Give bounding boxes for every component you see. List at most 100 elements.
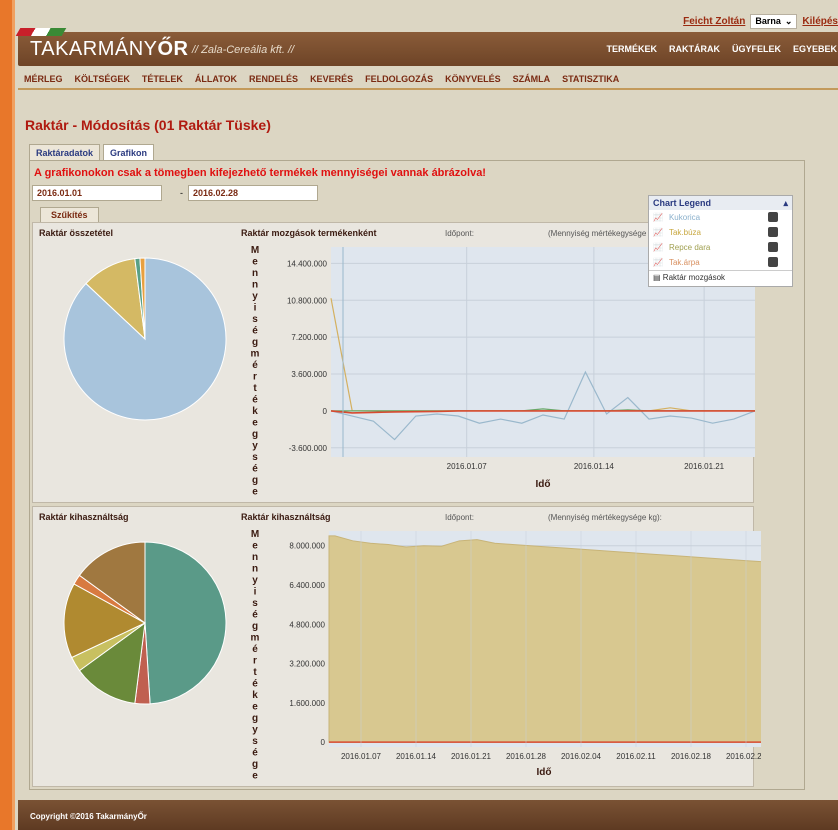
y-tick-label: 8.000.000 [289, 542, 325, 551]
warning-text: A grafikonokon csak a tömegben kifejezhe… [34, 167, 486, 179]
y-axis-label-char: y [252, 441, 258, 452]
line-chart-icon: 📈 [653, 243, 663, 252]
pie2-title: Raktár kihasználtság [39, 512, 129, 522]
y-tick-label: 0 [323, 407, 328, 416]
x-tick-label: 2016.02.11 [616, 752, 656, 761]
y-axis-label-char: é [252, 610, 258, 621]
chevron-down-icon: ⌄ [784, 15, 793, 26]
x-tick-label: 2016.01.14 [574, 462, 615, 471]
user-bar: Feicht Zoltán Barna ⌄ Kilépés [683, 12, 838, 30]
app-logo[interactable]: TAKARMÁNYŐR [30, 38, 188, 61]
y-tick-label: -3.600.000 [289, 444, 328, 453]
legend-footer-label: Raktár mozgások [662, 273, 726, 282]
y-axis-label-char: g [252, 759, 258, 770]
legend-item-takbuza[interactable]: 📈 Tak.búza [649, 225, 792, 240]
y-axis-label-char: e [252, 702, 258, 713]
date-from-field[interactable]: 2016.01.01 [32, 185, 162, 201]
area2-title: Raktár kihasználtság [241, 512, 331, 522]
topnav-item-raktarak[interactable]: RAKTÁRAK [669, 44, 720, 54]
x-tick-label: 2016.01.28 [506, 752, 547, 761]
collapse-icon[interactable]: ▴ [783, 198, 788, 208]
y-axis-label-char: n [252, 268, 258, 279]
topnav-item-termekek[interactable]: TERMÉKEK [606, 44, 657, 54]
y-axis-label-char: g [252, 429, 258, 440]
top-nav: TERMÉKEK RAKTÁRAK ÜGYFELEK EGYEBEK [606, 44, 837, 54]
legend-item-kukorica[interactable]: 📈 Kukorica [649, 210, 792, 225]
y-axis-label-char: é [252, 360, 258, 371]
legend-label-takarpa: Tak.árpa [668, 258, 700, 267]
y-tick-label: 3.600.000 [291, 370, 327, 379]
y-axis-label-char: m [251, 349, 260, 360]
y-axis-label-char: r [253, 372, 257, 383]
y-axis-label-char: M [251, 245, 259, 256]
panel-utilization: Raktár kihasználtság Raktár kihasználtsá… [32, 506, 761, 787]
pie-chart-utilization [63, 541, 227, 705]
eye-icon[interactable] [768, 212, 778, 222]
footer-bar: Copyright ©2016 TakarmányŐr [18, 800, 838, 830]
y-axis-label-char: g [252, 621, 258, 632]
line1-unit-note: (Mennyiség mértékegysége kg): [548, 229, 662, 238]
date-to-field[interactable]: 2016.02.28 [188, 185, 318, 201]
y-axis-label-char: é [252, 464, 258, 475]
x-tick-label: 2016.01.07 [341, 752, 382, 761]
mainnav-item-keveres[interactable]: KEVERÉS [310, 74, 353, 84]
mainnav-item-statisztika[interactable]: STATISZTIKA [562, 74, 619, 84]
x-tick-label: 2016.02.04 [561, 752, 602, 761]
y-axis-label-char: e [252, 418, 258, 429]
y-axis-label-char: k [252, 690, 258, 701]
y-tick-label: 6.400.000 [289, 581, 325, 590]
legend-item-repcedara[interactable]: 📈 Repce dara [649, 240, 792, 255]
eye-icon[interactable] [768, 257, 778, 267]
y-axis-label-char: i [254, 587, 257, 598]
eye-icon[interactable] [768, 242, 778, 252]
y-axis-label-char: s [252, 736, 258, 747]
mainnav-item-szamla[interactable]: SZÁMLA [513, 74, 551, 84]
x-tick-label: 2016.01.07 [447, 462, 488, 471]
x-axis-label: Idő [536, 479, 551, 490]
eye-icon[interactable] [768, 227, 778, 237]
mainnav-item-feldolgozas[interactable]: FELDOLGOZÁS [365, 74, 433, 84]
y-axis-label-char: t [253, 383, 257, 394]
y-axis-label-char: r [253, 656, 257, 667]
mainnav-item-koltsegek[interactable]: KÖLTSÉGEK [75, 74, 130, 84]
y-axis-label-char: y [252, 291, 258, 302]
flag-stripe-icon [15, 28, 67, 36]
line-chart-icon: 📈 [653, 258, 663, 267]
mainnav-item-merleg[interactable]: MÉRLEG [24, 74, 63, 84]
filter-button[interactable]: Szűkítés [40, 207, 99, 223]
mainnav-item-tetelek[interactable]: TÉTELEK [142, 74, 183, 84]
user-name-link[interactable]: Feicht Zoltán [683, 16, 745, 27]
y-tick-label: 3.200.000 [289, 660, 325, 669]
line-chart-icon: 📈 [653, 228, 663, 237]
area-fill [328, 535, 761, 743]
legend-item-takarpa[interactable]: 📈 Tak.árpa [649, 255, 792, 270]
y-axis-label-char: g [252, 475, 258, 486]
x-tick-label: 2016.01.21 [451, 752, 492, 761]
mainnav-item-konyveles[interactable]: KÖNYVELÉS [445, 74, 501, 84]
legend-header[interactable]: Chart Legend ▴ [649, 196, 792, 210]
x-tick-label: 2016.01.14 [396, 752, 437, 761]
y-axis-label-char: n [252, 280, 258, 291]
mainnav-item-allatok[interactable]: ÁLLATOK [195, 74, 237, 84]
y-axis-label-char: g [252, 337, 258, 348]
y-axis-label-char: é [252, 395, 258, 406]
topnav-item-ugyfelek[interactable]: ÜGYFELEK [732, 44, 781, 54]
chart-icon: ▤ [653, 273, 661, 282]
y-tick-label: 0 [321, 738, 326, 747]
mainnav-item-rendeles[interactable]: RENDELÉS [249, 74, 298, 84]
date-separator: - [180, 188, 183, 198]
y-axis-label-char: y [252, 725, 258, 736]
theme-select[interactable]: Barna ⌄ [750, 13, 798, 29]
topnav-item-egyebek[interactable]: EGYEBEK [793, 44, 837, 54]
x-tick-label: 2016.02.18 [671, 752, 712, 761]
page-title: Raktár - Módosítás (01 Raktár Tüske) [25, 117, 271, 133]
y-tick-label: 10.800.000 [287, 296, 328, 305]
header-bar: TAKARMÁNYŐR // Zala-Cereália kft. // TER… [15, 28, 838, 66]
legend-title: Chart Legend [653, 198, 712, 208]
legend-footer: ▤ Raktár mozgások [649, 270, 792, 284]
y-axis-label-char: s [252, 452, 258, 463]
main-nav: MÉRLEG KÖLTSÉGEK TÉTELEK ÁLLATOK RENDELÉ… [18, 70, 838, 90]
logout-link[interactable]: Kilépés [802, 16, 838, 27]
x-axis-label: Idő [537, 767, 552, 778]
y-axis-label-char: e [252, 257, 258, 268]
